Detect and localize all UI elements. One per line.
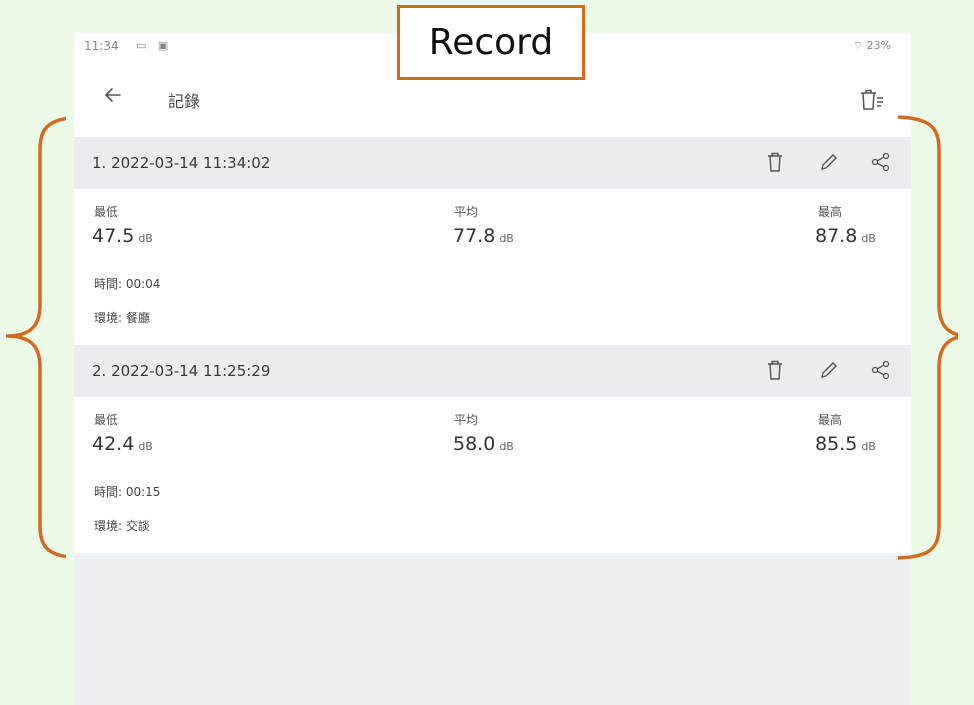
min-unit: dB: [138, 232, 153, 245]
share-icon[interactable]: [870, 151, 892, 173]
pencil-icon[interactable]: [818, 151, 840, 173]
share-icon[interactable]: [870, 359, 892, 381]
record-header: 1. 2022-03-14 11:34:02: [74, 137, 911, 189]
avg-value: 58.0 dB: [453, 433, 514, 455]
avg-label: 平均: [454, 205, 479, 219]
environment-text: 環境: 交談: [94, 519, 150, 533]
min-unit: dB: [138, 440, 153, 453]
record-title: 2. 2022-03-14 11:25:29: [92, 362, 271, 380]
record-card[interactable]: 最低 47.5 dB 平均 77.8 dB 最高 87.8 dB 時間: 00:04 …: [74, 189, 911, 345]
right-brace-annotation: [898, 115, 958, 560]
max-value: 85.5 dB: [815, 433, 876, 455]
status-time: 11:34: [84, 39, 119, 53]
record-header: 2. 2022-03-14 11:25:29: [74, 345, 911, 397]
min-label: 最低: [94, 205, 119, 219]
status-notification-icons: ▭ ▣: [136, 39, 173, 52]
avg-label: 平均: [454, 413, 479, 427]
pencil-icon[interactable]: [818, 359, 840, 381]
trash-icon[interactable]: [764, 151, 786, 173]
max-unit: dB: [861, 232, 876, 245]
avg-unit: dB: [499, 440, 514, 453]
record-title: 1. 2022-03-14 11:34:02: [92, 154, 271, 172]
environment-text: 環境: 餐廳: [94, 311, 150, 325]
trash-list-icon[interactable]: [859, 88, 885, 112]
left-brace-annotation: [6, 116, 66, 559]
annotation-badge: Record: [397, 5, 585, 80]
max-label: 最高: [818, 413, 843, 427]
min-value: 47.5 dB: [92, 225, 153, 247]
record-card[interactable]: 最低 42.4 dB 平均 58.0 dB 最高 85.5 dB 時間: 00:15 …: [74, 397, 911, 553]
duration-text: 時間: 00:04: [94, 277, 161, 291]
trash-icon[interactable]: [764, 359, 786, 381]
min-label: 最低: [94, 413, 119, 427]
arrow-left-icon[interactable]: [102, 84, 124, 106]
min-value: 42.4 dB: [92, 433, 153, 455]
app-screen: 11:34 ▭ ▣ ⌔ 23% 記錄 1. 2022-03-14 11:34:0…: [74, 33, 911, 705]
max-value: 87.8 dB: [815, 225, 876, 247]
max-label: 最高: [818, 205, 843, 219]
battery-status: ⌔ 23%: [852, 39, 891, 52]
page-title: 記錄: [168, 92, 201, 111]
avg-unit: dB: [499, 232, 514, 245]
avg-value: 77.8 dB: [453, 225, 514, 247]
duration-text: 時間: 00:15: [94, 485, 161, 499]
max-unit: dB: [861, 440, 876, 453]
